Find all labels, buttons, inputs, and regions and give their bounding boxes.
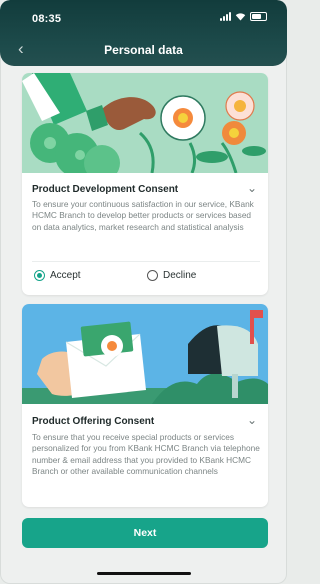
battery-icon xyxy=(250,12,267,21)
card-title: Product Offering Consent xyxy=(32,416,155,427)
card-title: Product Development Consent xyxy=(32,184,179,195)
accept-radio[interactable]: Accept xyxy=(34,270,81,281)
next-button[interactable]: Next xyxy=(22,518,268,548)
radio-selected-icon[interactable] xyxy=(34,270,45,281)
status-time: 08:35 xyxy=(32,13,62,25)
app-header: 08:35 ‹ Personal data xyxy=(0,0,287,66)
page-title: Personal data xyxy=(104,43,183,57)
decline-radio[interactable]: Decline xyxy=(147,270,196,281)
signal-icon xyxy=(220,12,231,21)
chevron-down-icon[interactable]: ⌄ xyxy=(247,413,257,427)
development-illustration xyxy=(22,73,268,173)
wifi-icon xyxy=(235,13,246,21)
decline-label: Decline xyxy=(163,270,197,281)
radio-unselected-icon[interactable] xyxy=(147,270,158,281)
divider xyxy=(32,261,260,262)
card-description: To ensure that you receive special produ… xyxy=(32,432,260,477)
offering-illustration xyxy=(22,304,268,404)
home-indicator xyxy=(97,572,191,575)
chevron-down-icon[interactable]: ⌄ xyxy=(247,181,257,195)
product-offering-card: Product Offering Consent ⌄ To ensure tha… xyxy=(22,304,268,507)
phone-screen: 08:35 ‹ Personal data Product Developmen… xyxy=(0,0,287,584)
accept-label: Accept xyxy=(50,270,81,281)
product-development-card: Product Development Consent ⌄ To ensure … xyxy=(22,73,268,295)
status-icons xyxy=(220,12,267,21)
card-description: To ensure your continuous satisfaction i… xyxy=(32,199,254,232)
